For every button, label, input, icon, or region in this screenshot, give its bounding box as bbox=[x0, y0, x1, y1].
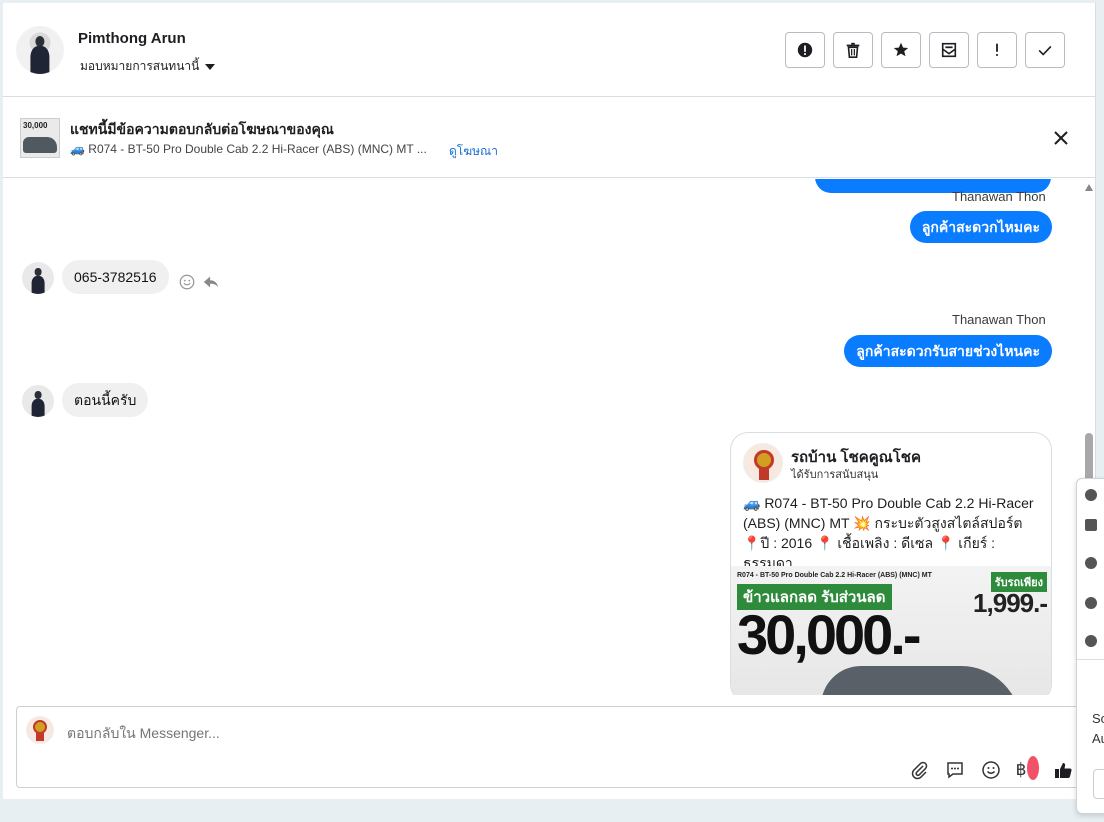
popup-avatar bbox=[1085, 597, 1097, 609]
ad-card-image[interactable]: R074 - BT-50 Pro Double Cab 2.2 Hi-Racer… bbox=[731, 566, 1051, 695]
ad-image-model: R074 - BT-50 Pro Double Cab 2.2 Hi-Racer… bbox=[737, 572, 932, 579]
follow-up-button[interactable] bbox=[977, 32, 1017, 68]
contact-avatar[interactable] bbox=[16, 26, 64, 74]
attach-button[interactable] bbox=[907, 758, 931, 782]
mail-icon bbox=[941, 42, 957, 58]
header-actions bbox=[785, 32, 1065, 68]
car-image bbox=[821, 666, 1021, 695]
conversation-header: Pimthong Arun มอบหมายการสนทนานี้ bbox=[3, 3, 1096, 97]
outgoing-message[interactable]: ลูกค้าสะดวกไหมคะ bbox=[909, 211, 1052, 243]
page-avatar bbox=[743, 443, 783, 483]
message-thread[interactable]: Thanawan Thon ลูกค้าสะดวกไหมคะ 065-37825… bbox=[3, 179, 1096, 695]
reply-input[interactable] bbox=[67, 725, 767, 741]
incoming-message[interactable]: ตอนนี้ครับ bbox=[62, 383, 149, 417]
scroll-up-arrow-icon[interactable] bbox=[1085, 184, 1093, 191]
star-icon bbox=[893, 42, 909, 57]
popup-avatar bbox=[1085, 489, 1097, 501]
sender-name: Thanawan Thon bbox=[952, 189, 1046, 204]
page-avatar-small bbox=[26, 716, 54, 744]
emoji-icon bbox=[982, 761, 1000, 779]
notification-popup[interactable]: So Au bbox=[1076, 478, 1104, 814]
popup-text-line: Au bbox=[1092, 731, 1104, 746]
mark-spam-button[interactable] bbox=[785, 32, 825, 68]
popup-text-line: So bbox=[1092, 711, 1104, 726]
contact-avatar-small bbox=[22, 262, 54, 294]
ad-card-text: 🚙 R074 - BT-50 Pro Double Cab 2.2 Hi-Rac… bbox=[743, 495, 1034, 571]
message-composer: ฿ bbox=[16, 706, 1084, 788]
ad-thumbnail[interactable]: 30,000 bbox=[20, 118, 60, 158]
saved-replies-button[interactable] bbox=[943, 758, 967, 782]
mark-done-button[interactable] bbox=[1025, 32, 1065, 68]
payment-button[interactable]: ฿ bbox=[1015, 756, 1039, 782]
contact-name[interactable]: Pimthong Arun bbox=[78, 30, 186, 47]
trash-icon bbox=[846, 42, 860, 59]
message-actions bbox=[178, 273, 220, 291]
reply-icon[interactable] bbox=[202, 273, 220, 291]
popup-button[interactable] bbox=[1093, 769, 1104, 799]
attachment-icon bbox=[911, 761, 928, 780]
ad-image-price: 30,000.- bbox=[737, 603, 921, 666]
view-ad-link[interactable]: ดูโฆษณา bbox=[449, 142, 498, 161]
banner-ad-text: 🚙 R074 - BT-50 Pro Double Cab 2.2 Hi-Rac… bbox=[70, 142, 427, 156]
assign-conversation-dropdown[interactable]: มอบหมายการสนทนานี้ bbox=[80, 57, 216, 76]
react-emoji-icon[interactable] bbox=[178, 273, 196, 291]
baht-icon: ฿ bbox=[1015, 760, 1027, 780]
check-icon bbox=[1038, 45, 1052, 56]
close-icon[interactable] bbox=[1051, 128, 1071, 148]
conversation-panel: Pimthong Arun มอบหมายการสนทนานี้ 30,000 … bbox=[3, 3, 1096, 799]
ad-image-down-price: 1,999.- bbox=[973, 588, 1048, 618]
composer-tools: ฿ bbox=[907, 756, 1075, 782]
exclamation-circle-icon bbox=[797, 42, 813, 58]
popup-avatar bbox=[1085, 557, 1097, 569]
exclamation-icon bbox=[996, 43, 998, 56]
thumbs-up-icon bbox=[1055, 763, 1072, 778]
star-button[interactable] bbox=[881, 32, 921, 68]
notification-dot bbox=[1027, 756, 1039, 780]
chat-bubble-icon bbox=[947, 762, 963, 779]
incoming-message[interactable]: 065-3782516 bbox=[62, 260, 169, 294]
like-button[interactable] bbox=[1051, 758, 1075, 782]
popup-divider bbox=[1077, 659, 1104, 660]
outgoing-message[interactable]: ลูกค้าสะดวกรับสายช่วงไหนคะ bbox=[844, 335, 1052, 367]
popup-thumbnail bbox=[1085, 519, 1097, 531]
sender-name: Thanawan Thon bbox=[952, 312, 1046, 327]
popup-avatar bbox=[1085, 635, 1097, 647]
delete-button[interactable] bbox=[833, 32, 873, 68]
emoji-button[interactable] bbox=[979, 758, 1003, 782]
assign-label: มอบหมายการสนทนานี้ bbox=[80, 59, 200, 73]
ad-reply-banner: 30,000 แชทนี้มีข้อความตอบกลับต่อโฆษณาของ… bbox=[3, 98, 1096, 178]
ad-thumbnail-price: 30,000 bbox=[23, 121, 48, 130]
ad-card[interactable]: รถบ้าน โชคคูณโชค ได้รับการสนับสนุน 🚙 R07… bbox=[730, 432, 1052, 695]
mark-unread-button[interactable] bbox=[929, 32, 969, 68]
banner-title: แชทนี้มีข้อความตอบกลับต่อโฆษณาของคุณ bbox=[70, 121, 334, 137]
caret-down-icon bbox=[205, 63, 216, 70]
contact-avatar-small bbox=[22, 385, 54, 417]
sponsored-label: ได้รับการสนับสนุน bbox=[791, 469, 879, 481]
